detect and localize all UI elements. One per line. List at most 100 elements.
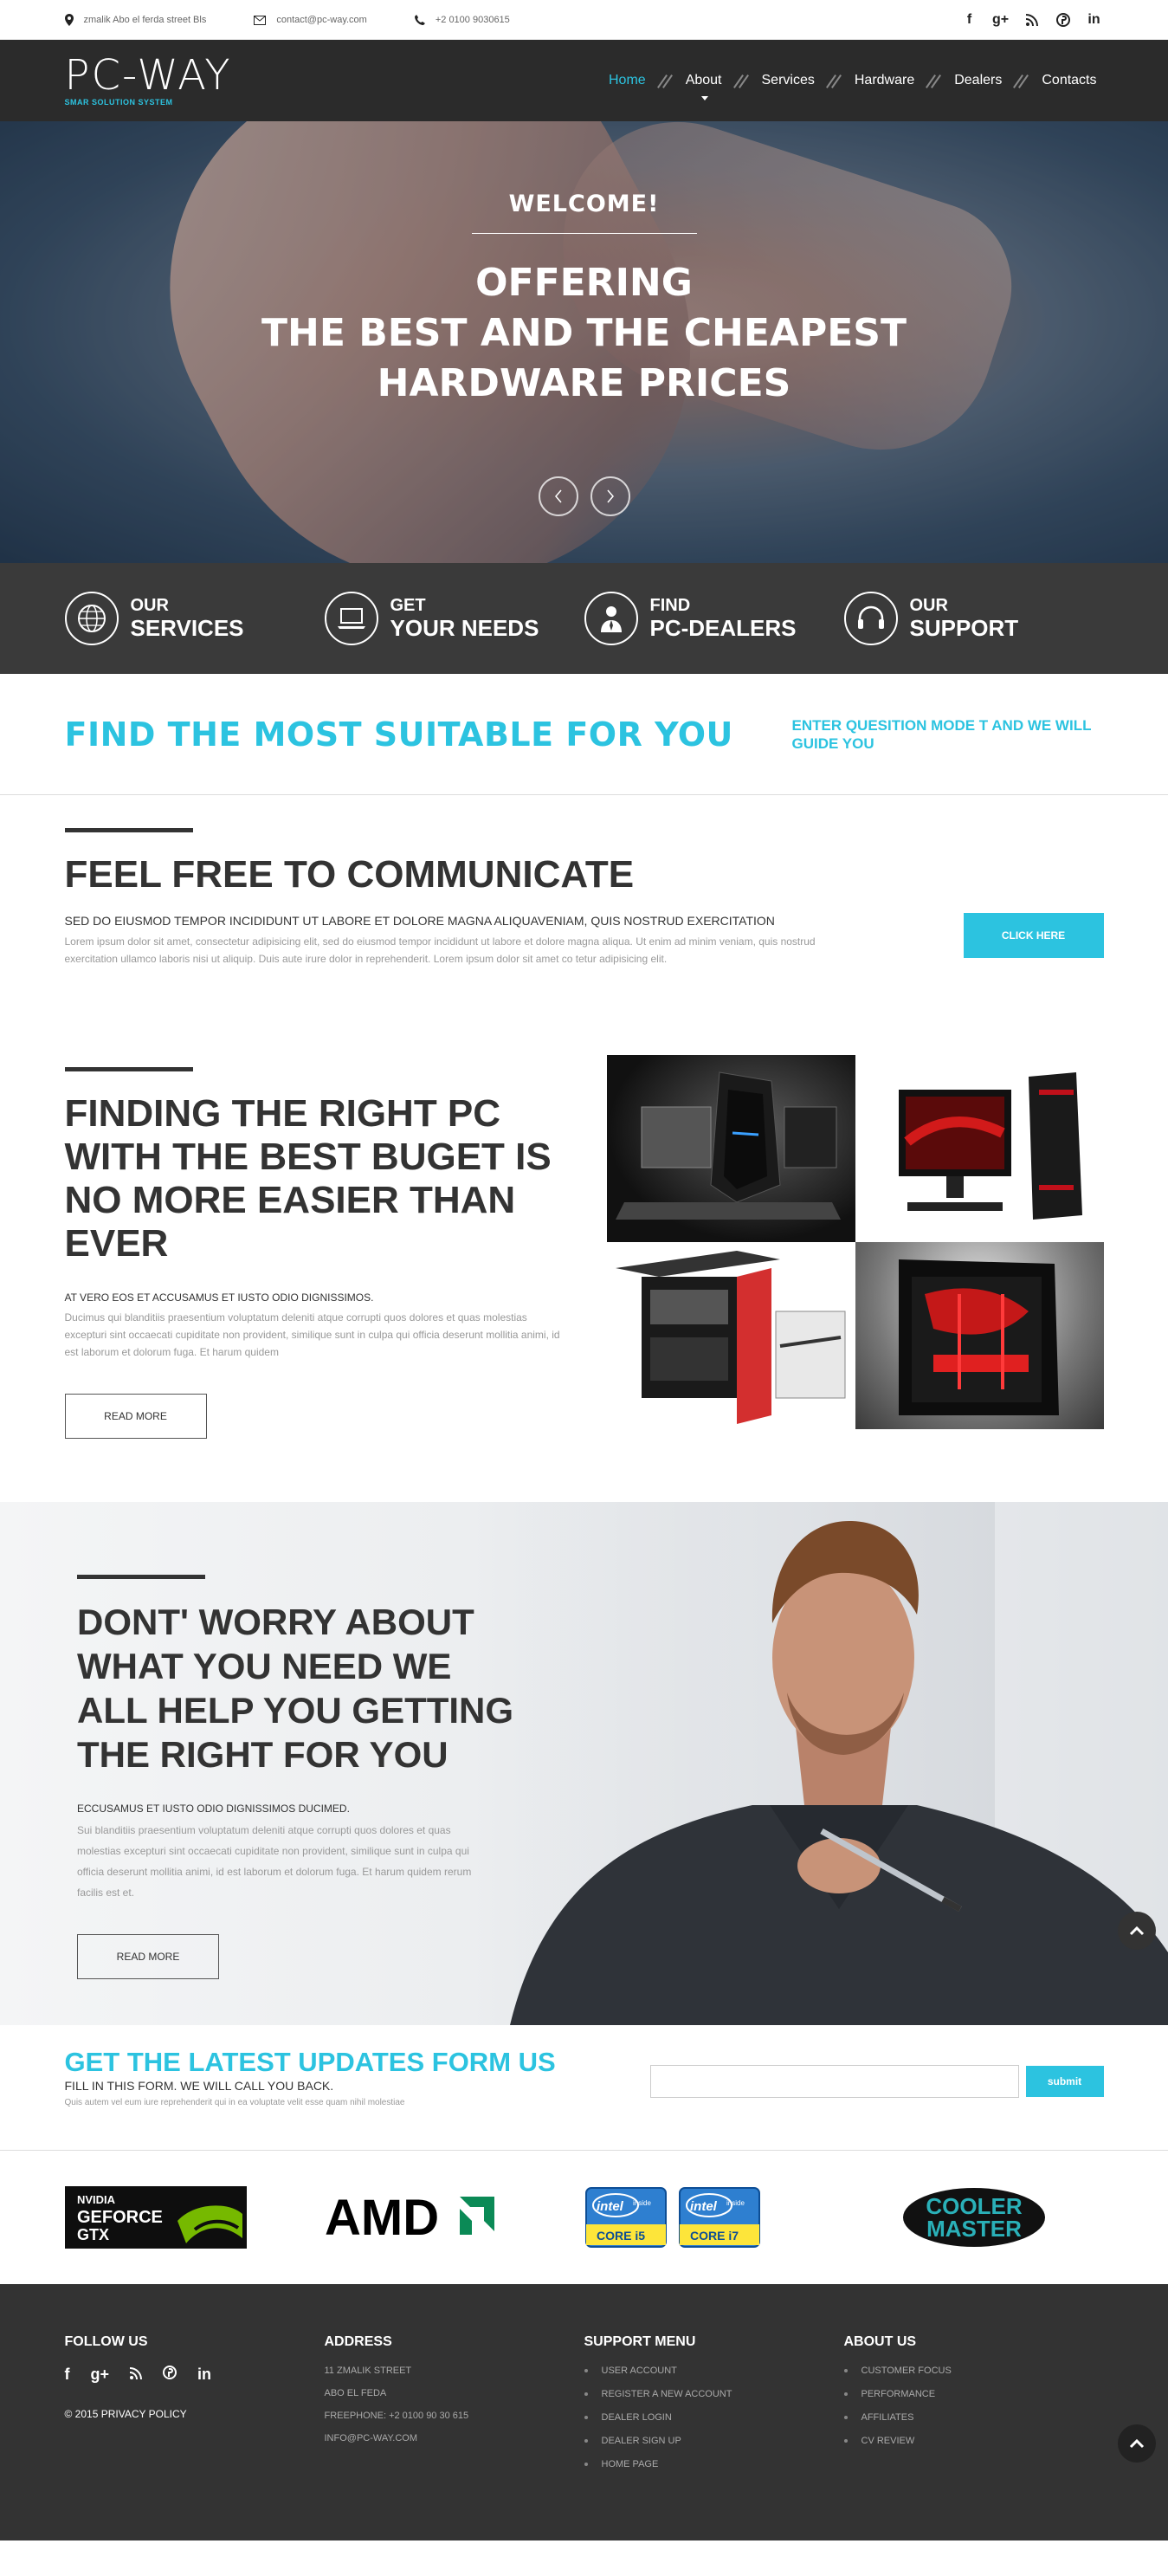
caret-down-icon bbox=[700, 96, 708, 100]
about-link-customer-focus[interactable]: CUSTOMER FOCUS bbox=[844, 2366, 1104, 2376]
hero-welcome: WELCOME! bbox=[508, 191, 660, 217]
nav-separator bbox=[729, 72, 755, 89]
nav-contacts[interactable]: Contacts bbox=[1035, 73, 1103, 88]
communicate-subtitle: SED DO EIUSMOD TEMPOR INCIDIDUNT UT LABO… bbox=[64, 914, 775, 928]
site-footer: FOLLOW US f g+ in © 2015 PRIVACY POLICY … bbox=[0, 2284, 1168, 2540]
logo-text[interactable]: PC-WAY bbox=[65, 55, 232, 96]
email-text[interactable]: contact@pc-way.com bbox=[276, 15, 367, 25]
intel-core-i5: CORE i5 bbox=[597, 2229, 645, 2243]
pinterest-icon[interactable] bbox=[1054, 10, 1073, 29]
support-link-register[interactable]: REGISTER A NEW ACCOUNT bbox=[584, 2389, 844, 2399]
pc-subtitle: AT VERO EOS ET ACCUSAMUS ET IUSTO ODIO D… bbox=[64, 1291, 374, 1304]
nav-hardware[interactable]: Hardware bbox=[848, 73, 921, 88]
section-accent-bar bbox=[77, 1575, 205, 1579]
support-link-dealer-signup[interactable]: DEALER SIGN UP bbox=[584, 2436, 844, 2446]
address-email[interactable]: INFO@PC-WAY.COM bbox=[325, 2433, 584, 2443]
hero-title-line1: OFFERING bbox=[475, 261, 693, 305]
cta-side-text[interactable]: ENTER QUESITION MODE T AND WE WILL GUIDE… bbox=[792, 716, 1104, 753]
nav-about-label[interactable]: About bbox=[686, 73, 722, 87]
phone-info: +2 0100 9030615 bbox=[414, 15, 510, 25]
user-icon bbox=[584, 592, 638, 645]
linkedin-icon[interactable]: in bbox=[197, 2366, 211, 2384]
about-link-affiliates[interactable]: AFFILIATES bbox=[844, 2412, 1104, 2423]
gtx-text: GTX bbox=[77, 2226, 109, 2243]
slider-prev-button[interactable] bbox=[538, 476, 578, 516]
nav-about[interactable]: About bbox=[679, 73, 729, 100]
google-plus-icon[interactable]: g+ bbox=[91, 2366, 110, 2384]
footer-social-links: f g+ in bbox=[65, 2366, 325, 2384]
feature-bottom: PC-DEALERS bbox=[649, 615, 797, 641]
support-link-user-account[interactable]: USER ACCOUNT bbox=[584, 2366, 844, 2376]
rss-icon[interactable] bbox=[129, 2366, 143, 2384]
pc-image-red-build[interactable] bbox=[855, 1242, 1104, 1429]
nav-services[interactable]: Services bbox=[755, 73, 822, 88]
feature-dealers[interactable]: FIND PC-DEALERS bbox=[584, 592, 844, 645]
pc-image-desktop-red[interactable] bbox=[855, 1055, 1104, 1242]
footer-about: ABOUT US CUSTOMER FOCUS PERFORMANCE AFFI… bbox=[844, 2334, 1104, 2482]
nav-separator bbox=[921, 72, 947, 89]
brand-coolermaster[interactable]: COOLER MASTER bbox=[844, 2186, 1104, 2249]
feature-top: OUR bbox=[909, 596, 948, 615]
google-plus-icon[interactable]: g+ bbox=[991, 10, 1010, 29]
chevron-up-icon bbox=[1129, 2438, 1145, 2449]
scroll-top-button[interactable] bbox=[1118, 1912, 1156, 1950]
slider-next-button[interactable] bbox=[590, 476, 630, 516]
feature-top: FIND bbox=[649, 596, 691, 615]
email-info[interactable]: contact@pc-way.com bbox=[254, 15, 367, 25]
scroll-top-button-footer[interactable] bbox=[1118, 2424, 1156, 2463]
feature-services[interactable]: OUR SERVICES bbox=[64, 592, 325, 645]
pinterest-icon[interactable] bbox=[163, 2366, 177, 2384]
feature-bottom: SERVICES bbox=[130, 615, 244, 641]
click-here-button[interactable]: CLICK HERE bbox=[963, 913, 1104, 958]
facebook-icon[interactable]: f bbox=[960, 10, 979, 29]
support-link-home[interactable]: HOME PAGE bbox=[584, 2459, 844, 2469]
feature-needs[interactable]: GET YOUR NEEDS bbox=[324, 592, 584, 645]
logo[interactable]: PC-WAY SMAR SOLUTION SYSTEM bbox=[65, 55, 232, 107]
amd-text: AMD bbox=[325, 2190, 439, 2246]
feature-support[interactable]: OUR SUPPORT bbox=[843, 592, 1104, 645]
about-link-performance[interactable]: PERFORMANCE bbox=[844, 2389, 1104, 2399]
footer-follow-title: FOLLOW US bbox=[64, 2334, 148, 2349]
pc-image-alienware[interactable] bbox=[606, 1055, 855, 1242]
footer-support: SUPPORT MENU USER ACCOUNT REGISTER A NEW… bbox=[584, 2334, 844, 2482]
nav-separator bbox=[1009, 72, 1035, 89]
facebook-icon[interactable]: f bbox=[65, 2366, 70, 2384]
communicate-section: FEEL FREE TO COMMUNICATE SED DO EIUSMOD … bbox=[0, 795, 1168, 1055]
address-text: zmalik Abo el ferda street Bls bbox=[83, 15, 207, 25]
features-bar: OUR SERVICES GET YOUR NEEDS FIND PC-DEALERS… bbox=[0, 563, 1168, 674]
hero-content: WELCOME! OFFERING THE BEST AND THE CHEAP… bbox=[0, 191, 1168, 409]
cta-band: FIND THE MOST SUITABLE FOR YOU ENTER QUE… bbox=[0, 674, 1168, 795]
about-link-cv-review[interactable]: CV REVIEW bbox=[844, 2436, 1104, 2446]
brand-nvidia[interactable]: NVIDIA GEFORCE GTX bbox=[64, 2186, 325, 2249]
nvidia-text: NVIDIA bbox=[77, 2193, 116, 2206]
copyright[interactable]: © 2015 PRIVACY POLICY bbox=[65, 2408, 325, 2420]
section-accent-bar bbox=[64, 828, 193, 832]
headset-icon bbox=[843, 592, 898, 645]
top-bar: zmalik Abo el ferda street Bls contact@p… bbox=[0, 0, 1168, 40]
brand-amd[interactable]: AMD bbox=[325, 2186, 584, 2249]
linkedin-icon[interactable]: in bbox=[1085, 10, 1104, 29]
pc-gallery bbox=[606, 1055, 1104, 1439]
communicate-action: CLICK HERE bbox=[963, 913, 1104, 968]
intel-inside-sub-i5: inside bbox=[633, 2199, 651, 2207]
footer-about-title: ABOUT US bbox=[843, 2334, 917, 2349]
read-more-button[interactable]: READ MORE bbox=[64, 1394, 207, 1439]
nav-dealers[interactable]: Dealers bbox=[947, 73, 1009, 88]
pc-image-open-case[interactable] bbox=[606, 1242, 855, 1429]
pc-title: FINDING THE RIGHT PC WITH THE BEST BUGET… bbox=[64, 1092, 552, 1265]
help-content: DONT' WORRY ABOUT WHAT YOU NEED WE ALL H… bbox=[77, 1575, 527, 1979]
newsletter-email-input[interactable] bbox=[649, 2065, 1019, 2098]
main-nav: Home About Services Hardware Dealers Con… bbox=[602, 72, 1104, 100]
submit-button[interactable]: submit bbox=[1025, 2066, 1104, 2097]
support-link-dealer-login[interactable]: DEALER LOGIN bbox=[584, 2412, 844, 2423]
pc-content: FINDING THE RIGHT PC WITH THE BEST BUGET… bbox=[64, 1055, 564, 1439]
slider-controls bbox=[538, 476, 630, 516]
rss-icon[interactable] bbox=[1023, 10, 1042, 29]
communicate-content: FEEL FREE TO COMMUNICATE SED DO EIUSMOD … bbox=[64, 828, 861, 968]
brand-intel[interactable]: intel inside CORE i5 intel inside CORE i… bbox=[584, 2186, 844, 2249]
nav-home[interactable]: Home bbox=[602, 73, 653, 88]
footer-address-title: ADDRESS bbox=[324, 2334, 392, 2349]
read-more-button[interactable]: READ MORE bbox=[77, 1934, 219, 1979]
footer-follow: FOLLOW US f g+ in © 2015 PRIVACY POLICY bbox=[65, 2334, 325, 2482]
brands-strip: NVIDIA GEFORCE GTX AMD intel inside CORE… bbox=[0, 2151, 1168, 2284]
